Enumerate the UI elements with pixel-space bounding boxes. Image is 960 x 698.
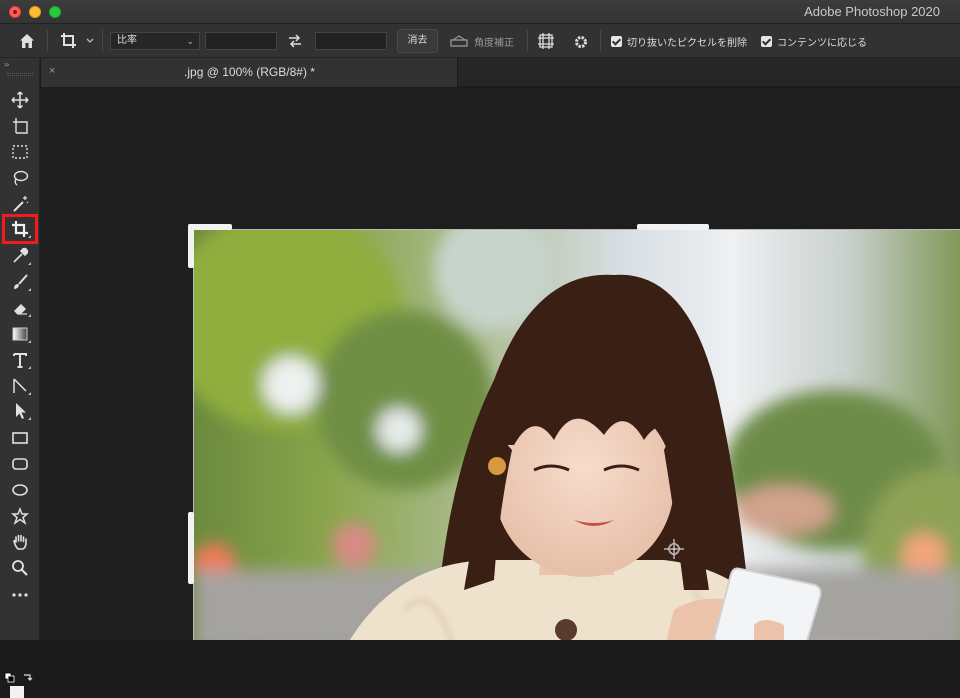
ellipsis-icon — [12, 593, 28, 597]
chevron-down-icon: ⌄ — [186, 36, 194, 46]
marquee-tool[interactable] — [8, 141, 32, 163]
artboard-tool[interactable] — [8, 115, 32, 137]
hand-icon — [13, 534, 27, 550]
path-selection-tool[interactable] — [8, 400, 32, 422]
checkbox-checked-icon — [761, 36, 772, 47]
straighten-label: 角度補正 — [474, 37, 514, 49]
app-title: Adobe Photoshop 2020 — [804, 4, 940, 19]
crop-border-top — [193, 229, 960, 230]
eyedropper-icon — [13, 247, 29, 263]
collapse-panel-button[interactable]: ›› — [4, 60, 10, 69]
document-tab[interactable]: × .jpg @ 100% (RGB/8#) * — [41, 58, 458, 87]
delete-cropped-label: 切り抜いたピクセルを削除 — [627, 38, 747, 49]
grid-overlay-icon[interactable] — [537, 32, 555, 50]
document-tab-bar: × .jpg @ 100% (RGB/8#) * — [41, 58, 960, 87]
width-ratio-input[interactable] — [205, 32, 277, 50]
crop-preset-picker[interactable] — [58, 30, 98, 52]
swap-icon[interactable] — [287, 33, 303, 49]
ellipse-tool[interactable] — [8, 479, 32, 501]
rectangle-tool[interactable] — [8, 427, 32, 449]
crop-handle-top-left-horizontal[interactable] — [188, 224, 232, 230]
rectangle-icon — [12, 432, 28, 444]
clear-button[interactable]: 消去 — [397, 29, 438, 53]
divider — [527, 30, 528, 52]
artboard-icon — [13, 118, 28, 134]
hand-tool[interactable] — [8, 531, 32, 553]
pen-icon — [13, 378, 27, 393]
window-minimize-button[interactable] — [29, 6, 41, 18]
crop-handle-top-left[interactable] — [188, 224, 194, 268]
delete-cropped-checkbox[interactable]: 切り抜いたピクセルを削除 — [611, 34, 747, 49]
marquee-icon — [12, 145, 28, 159]
reference-point-icon[interactable] — [663, 538, 685, 560]
magic-wand-tool[interactable] — [8, 193, 32, 215]
gradient-tool[interactable] — [8, 323, 32, 345]
lasso-icon — [13, 170, 29, 186]
lasso-tool[interactable] — [8, 167, 32, 189]
eraser-tool[interactable] — [8, 297, 32, 319]
tools-panel: ›› — [0, 58, 40, 698]
window-close-button[interactable] — [9, 6, 21, 18]
straighten-button[interactable]: 角度補正 — [450, 32, 514, 50]
divider — [47, 30, 48, 52]
photo-image — [194, 230, 960, 640]
pen-tool[interactable] — [8, 375, 32, 397]
canvas-area[interactable] — [41, 88, 960, 640]
magic-wand-icon — [13, 196, 29, 212]
rounded-rectangle-tool[interactable] — [8, 453, 32, 475]
content-aware-checkbox[interactable]: コンテンツに応じる — [761, 34, 867, 49]
divider — [102, 30, 103, 52]
move-tool[interactable] — [8, 89, 32, 111]
brush-icon — [14, 274, 28, 289]
foreground-background-colors[interactable] — [4, 672, 36, 698]
crop-tool-highlight-box — [2, 214, 38, 244]
gradient-icon — [12, 327, 28, 341]
ratio-select[interactable]: 比率 ⌄ — [110, 32, 200, 50]
zoom-tool[interactable] — [8, 557, 32, 579]
custom-shape-icon — [11, 507, 29, 525]
eyedropper-tool[interactable] — [8, 245, 32, 267]
checkbox-checked-icon — [611, 36, 622, 47]
options-bar: 比率 ⌄ 消去 角度補正 切り抜いたピクセルを削除 コンテンツに応じる — [0, 24, 960, 58]
zoom-icon — [12, 560, 28, 576]
straighten-icon — [450, 35, 468, 47]
window-maximize-button[interactable] — [49, 6, 61, 18]
home-icon[interactable] — [18, 32, 36, 50]
document-title: .jpg @ 100% (RGB/8#) * — [184, 65, 315, 79]
divider — [600, 30, 601, 52]
type-tool[interactable] — [8, 349, 32, 371]
title-bar: Adobe Photoshop 2020 — [0, 0, 960, 24]
rounded-rect-icon — [12, 458, 28, 470]
move-icon — [11, 91, 29, 109]
ellipse-icon — [12, 484, 28, 496]
gear-icon[interactable] — [572, 33, 590, 51]
content-aware-label: コンテンツに応じる — [777, 38, 867, 49]
eraser-icon — [14, 304, 27, 315]
photo-illustration — [194, 230, 960, 640]
brush-tool[interactable] — [8, 271, 32, 293]
custom-shape-tool[interactable] — [8, 505, 32, 527]
crop-handle-top-middle[interactable] — [637, 224, 709, 230]
height-ratio-input[interactable] — [315, 32, 387, 50]
type-icon — [13, 353, 27, 368]
ratio-select-label: 比率 — [117, 35, 137, 46]
panel-grip[interactable] — [7, 73, 33, 76]
arrow-icon — [16, 403, 26, 419]
crop-handle-middle-left[interactable] — [188, 512, 194, 584]
more-tools[interactable] — [8, 583, 32, 605]
